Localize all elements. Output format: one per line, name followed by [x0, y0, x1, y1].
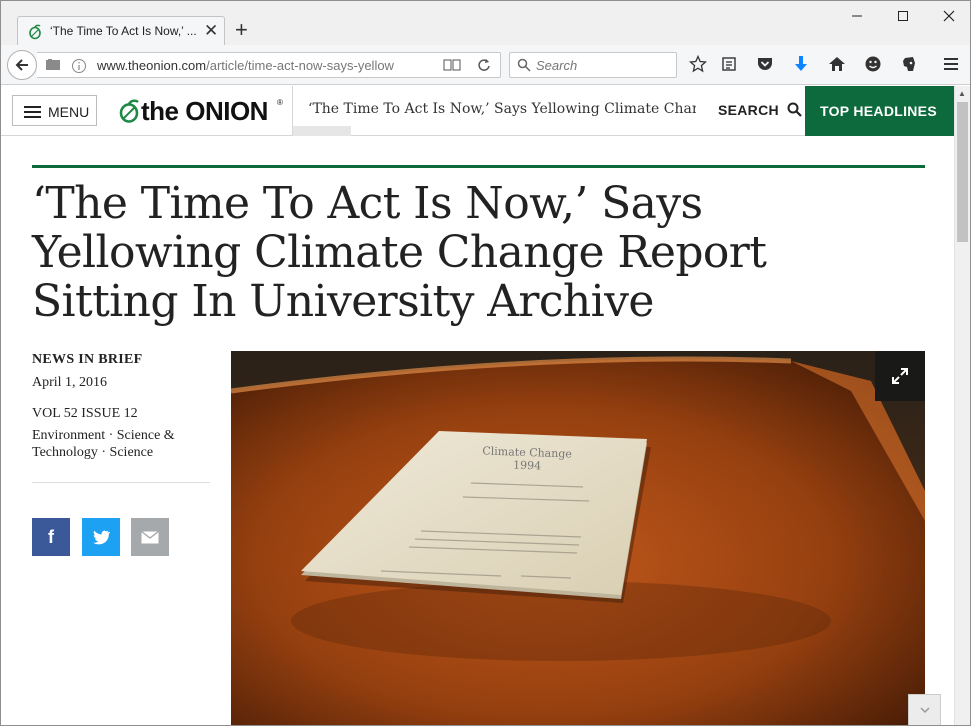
maximize-icon[interactable] — [892, 7, 914, 27]
navigation-toolbar: www.theonion.com/article/time-act-now-sa… — [1, 45, 970, 85]
expand-icon — [892, 368, 908, 384]
scroll-down-button[interactable] — [908, 694, 941, 725]
scroll-up-icon[interactable]: ▲ — [958, 89, 966, 98]
evernote-icon[interactable] — [899, 55, 919, 75]
facebook-share-button[interactable]: f — [32, 518, 70, 556]
browser-window: ‘The Time To Act Is Now,’ ... ✕ + www.th… — [0, 0, 971, 726]
page-icon — [46, 59, 60, 70]
search-icon — [787, 102, 802, 117]
article-photo[interactable]: Climate Change 1994 — [231, 351, 925, 725]
top-headlines-button[interactable]: TOP HEADLINES — [805, 86, 954, 165]
menu-button[interactable]: MENU — [12, 95, 97, 126]
reload-icon[interactable] — [477, 58, 491, 72]
logo-text: the ONION — [141, 96, 268, 126]
headline-ticker[interactable]: ‘The Time To Act Is Now,’ Says Yellowing… — [308, 101, 696, 117]
arrow-left-icon — [15, 59, 28, 71]
scrollbar-thumb[interactable] — [957, 102, 968, 242]
article-tags[interactable]: Environment · Science & Technology · Sci… — [32, 427, 212, 461]
web-page: MENU the ONION ® ‘The Time To Act Is Now… — [1, 86, 954, 725]
chevron-down-icon — [824, 157, 835, 165]
search-input[interactable]: Search — [509, 52, 677, 78]
onion-logo-icon — [119, 99, 139, 123]
headline-rule — [32, 165, 925, 168]
onion-favicon-icon — [29, 24, 41, 40]
site-search-button[interactable]: SEARCH — [718, 102, 802, 118]
email-share-button[interactable] — [131, 518, 169, 556]
top-headlines-label: TOP HEADLINES — [820, 103, 937, 119]
chevron-down-icon — [919, 707, 930, 714]
new-tab-button[interactable]: + — [235, 18, 248, 42]
climate-report-image: Climate Change 1994 — [231, 351, 925, 725]
issue-volume: VOL 52 ISSUE 12 — [32, 406, 138, 421]
home-icon[interactable] — [827, 55, 847, 75]
page-scrollbar[interactable]: ▲ — [954, 86, 970, 725]
twitter-bird-icon — [93, 530, 110, 545]
info-icon[interactable] — [71, 58, 87, 74]
emoji-icon[interactable] — [863, 55, 883, 75]
facebook-icon: f — [48, 527, 54, 547]
photo-doc-year: 1994 — [513, 459, 541, 473]
twitter-share-button[interactable] — [82, 518, 120, 556]
section-label[interactable]: NEWS IN BRIEF — [32, 352, 212, 368]
ticker-progress-bar — [293, 126, 351, 136]
close-window-icon[interactable] — [938, 7, 960, 27]
article-headline: ‘The Time To Act Is Now,’ Says Yellowing… — [32, 178, 767, 327]
browser-tab[interactable]: ‘The Time To Act Is Now,’ ... ✕ — [17, 16, 225, 45]
hamburger-icon — [24, 106, 41, 118]
reader-view-icon[interactable] — [443, 58, 461, 72]
search-icon — [517, 58, 531, 72]
envelope-icon — [141, 530, 159, 544]
tab-close-icon[interactable]: ✕ — [204, 21, 218, 41]
url-path: /article/time-act-now-says-yellow — [206, 58, 394, 73]
meta-divider — [32, 482, 210, 483]
tab-title: ‘The Time To Act Is Now,’ ... — [50, 24, 197, 38]
expand-image-button[interactable] — [875, 351, 925, 401]
logo-registered-mark: ® — [277, 98, 283, 107]
menu-label: MENU — [48, 104, 90, 120]
menu-hamburger-icon[interactable] — [941, 55, 961, 75]
site-header: MENU the ONION ® ‘The Time To Act Is Now… — [1, 86, 954, 165]
url-text: www.theonion.com/article/time-act-now-sa… — [97, 58, 394, 73]
pocket-icon[interactable] — [755, 55, 775, 75]
bookmarks-library-icon[interactable] — [719, 55, 739, 75]
title-bar: ‘The Time To Act Is Now,’ ... ✕ + — [1, 1, 970, 45]
publish-date: April 1, 2016 — [32, 375, 108, 390]
url-host: www.theonion.com — [97, 58, 207, 73]
url-bar[interactable]: www.theonion.com/article/time-act-now-sa… — [37, 52, 501, 78]
minimize-icon[interactable] — [846, 7, 868, 27]
article-meta: NEWS IN BRIEF April 1, 2016 VOL 52 ISSUE… — [32, 352, 212, 483]
site-search-label: SEARCH — [718, 102, 779, 118]
search-placeholder: Search — [536, 58, 578, 73]
back-button[interactable] — [7, 50, 37, 80]
bookmark-star-icon[interactable] — [688, 54, 708, 75]
download-arrow-icon[interactable] — [791, 55, 811, 75]
